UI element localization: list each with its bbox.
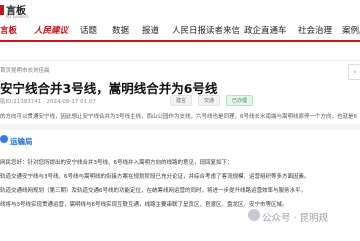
post-meta: 贴ID:21383741 · 2024-08-17 01:07 [0,99,97,105]
main-nav: 言板 人民建议 话题 数据 报道 人民日报读者来信 政企直通车 社会治理 案例库 [0,20,360,40]
tag-suggestion[interactable]: 建言 [170,95,193,106]
nav-underline [0,40,360,42]
nav-item-gov-business[interactable]: 政企直通车 [244,24,287,36]
nav-item-reports[interactable]: 报道 [142,24,159,36]
site-header: 言板 for Leaders 言板 人民建议 话题 数据 报道 人民日报读者来信… [0,0,360,40]
watermark: 公众号 · 昆明规 [262,213,329,224]
reply-author[interactable]: 运输局 [10,136,33,147]
logo-subtext: for Leaders [6,14,29,19]
nav-item-people-suggestion[interactable]: 人民建议 [34,24,68,36]
avatar [0,135,8,143]
wechat-icon [248,209,260,221]
tag-traffic[interactable]: 交通 [198,95,221,106]
nav-item-data[interactable]: 数据 [112,24,129,36]
nav-item-social-governance[interactable]: 社会治理 [298,24,332,36]
nav-item-home[interactable]: 言板 [0,24,17,36]
article-summary: 的方向可以贯通安宁线，因此想让安宁线合并为3号线主线，西山公园作为支线，六号线也… [0,114,358,120]
nav-item-topics[interactable]: 话题 [80,24,97,36]
chevron-right-icon[interactable]: › [348,64,360,80]
status-badge: 已办理 [226,95,254,106]
reply-line: 轨道交通线网规划（第三期）及轨道交通6号线的功能定位，在统筹线网运营的同时，将进… [0,188,307,194]
section-divider [0,124,360,130]
reply-line: 轨道交通安宁线与3号线、6号线与嵩明线的衔接方案在规划阶段已充分论证，并综合考虑… [0,174,310,180]
nav-item-case-library[interactable]: 案例库 [342,24,360,36]
breadcrumb[interactable]: 首页昆明市长刘佳晨 [0,66,50,74]
logo-mark-icon [0,5,4,15]
reply-line: 线将与3号线实现贯通运营，嵩明线与6号线实现互联互通，线路主要串联了呈贡区、官渡… [0,202,288,208]
reply-line: 网民您好：针对您所提出的安宁线合并3号线、6号线并入嵩明方向的线路的意见，现回复… [0,160,233,166]
nav-item-readers-letters[interactable]: 人民日报读者来信 [172,24,240,36]
